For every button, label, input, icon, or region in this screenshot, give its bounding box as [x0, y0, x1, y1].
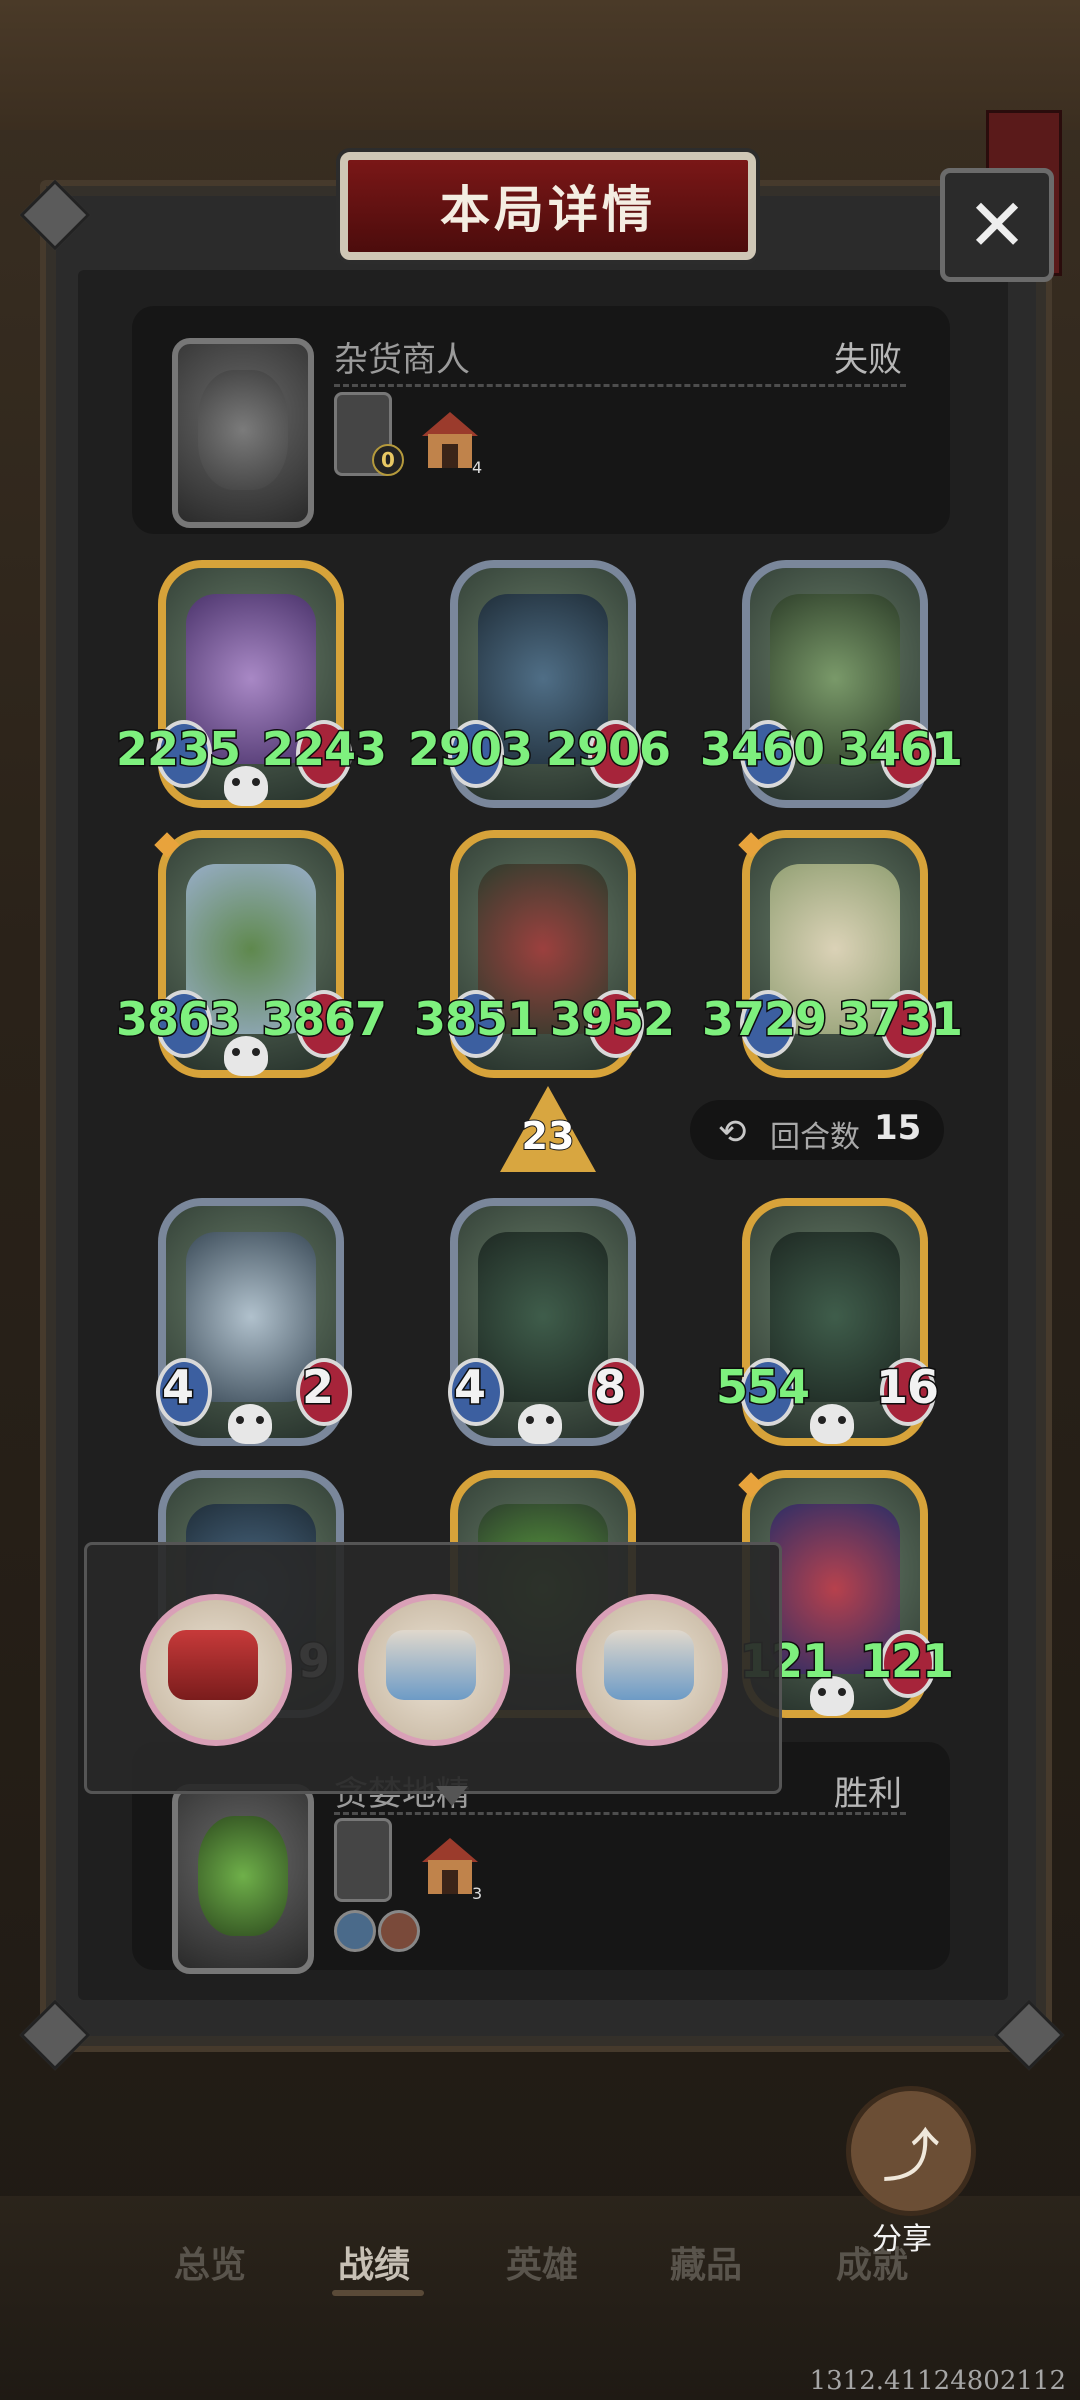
round-value: 15: [874, 1108, 922, 1148]
tab-collection[interactable]: 藏品: [670, 2236, 742, 2288]
level-value: 23: [521, 1113, 576, 1159]
dialog-title-plate: 本局详情: [340, 152, 756, 260]
share-icon: ⤴: [881, 2122, 940, 2190]
hero-attack: 2903: [406, 721, 534, 778]
level-up-arrow-icon: 23: [500, 1086, 596, 1172]
divider: [334, 384, 906, 387]
opponent-avatar[interactable]: [172, 338, 314, 528]
player-class-icon[interactable]: [334, 1818, 392, 1902]
tooltip-pointer: [436, 1786, 468, 1806]
hero-attack: 4: [160, 1359, 195, 1416]
hero-attack: 3863: [114, 991, 242, 1048]
house-icon[interactable]: [422, 412, 478, 468]
hero-health: 8: [592, 1359, 627, 1416]
hero-health: 3952: [548, 991, 676, 1048]
hero-health: 2: [300, 1359, 335, 1416]
hero-health: 3867: [260, 991, 388, 1048]
share-label: 分享: [872, 2222, 932, 2257]
share-button[interactable]: ⤴: [846, 2086, 976, 2216]
hero-health: 2243: [260, 721, 388, 778]
player-result: 胜利: [834, 1774, 902, 1814]
hero-health: 3461: [836, 721, 964, 778]
hero-health: 16: [874, 1359, 940, 1416]
dialog-title: 本局详情: [440, 181, 656, 239]
knight-figurine-icon[interactable]: [576, 1594, 728, 1746]
tab-overview[interactable]: 总览: [174, 2236, 246, 2288]
background-top: [0, 0, 1080, 130]
opponent-result: 失败: [834, 340, 902, 380]
hero-attack: 3729: [700, 991, 828, 1048]
skull-icon: [228, 1404, 272, 1444]
hero-health: 121: [858, 1633, 955, 1690]
skull-icon: [810, 1404, 854, 1444]
grey-cat-portrait-icon: [198, 370, 288, 490]
drum-skill-icon[interactable]: [378, 1910, 420, 1952]
round-count-pill: ⟲ 回合数 15: [690, 1100, 944, 1160]
hero-attack: 554: [714, 1359, 811, 1416]
close-button[interactable]: ✕: [940, 168, 1054, 282]
refresh-icon: ⟲: [718, 1112, 747, 1152]
coordinate-readout: 1312.41124802112: [809, 2366, 1066, 2396]
hero-health: 3731: [836, 991, 964, 1048]
opponent-level-badge: 0: [372, 444, 404, 476]
opponent-name: 杂货商人: [334, 340, 470, 380]
close-icon: ✕: [966, 183, 1028, 267]
hero-health: 2906: [544, 721, 672, 778]
opponent-house-count: 4: [472, 458, 483, 477]
tab-heroes[interactable]: 英雄: [506, 2236, 578, 2288]
player-house-count: 3: [472, 1884, 483, 1903]
skull-icon: [518, 1404, 562, 1444]
knight-figurine-icon[interactable]: [358, 1594, 510, 1746]
hero-attack: 2235: [114, 721, 242, 778]
sword-skill-icon[interactable]: [334, 1910, 376, 1952]
house-icon[interactable]: [422, 1838, 478, 1894]
player-avatar[interactable]: [172, 1784, 314, 1974]
tab-records[interactable]: 战绩: [338, 2236, 410, 2288]
active-tab-indicator: [332, 2290, 424, 2296]
drum-item-icon[interactable]: [140, 1594, 292, 1746]
goblin-portrait-icon: [198, 1816, 288, 1936]
hero-attack: 3851: [412, 991, 540, 1048]
hero-attack: 4: [452, 1359, 487, 1416]
divider: [334, 1812, 906, 1815]
round-label: 回合数: [770, 1120, 860, 1155]
hero-attack: 3460: [698, 721, 826, 778]
